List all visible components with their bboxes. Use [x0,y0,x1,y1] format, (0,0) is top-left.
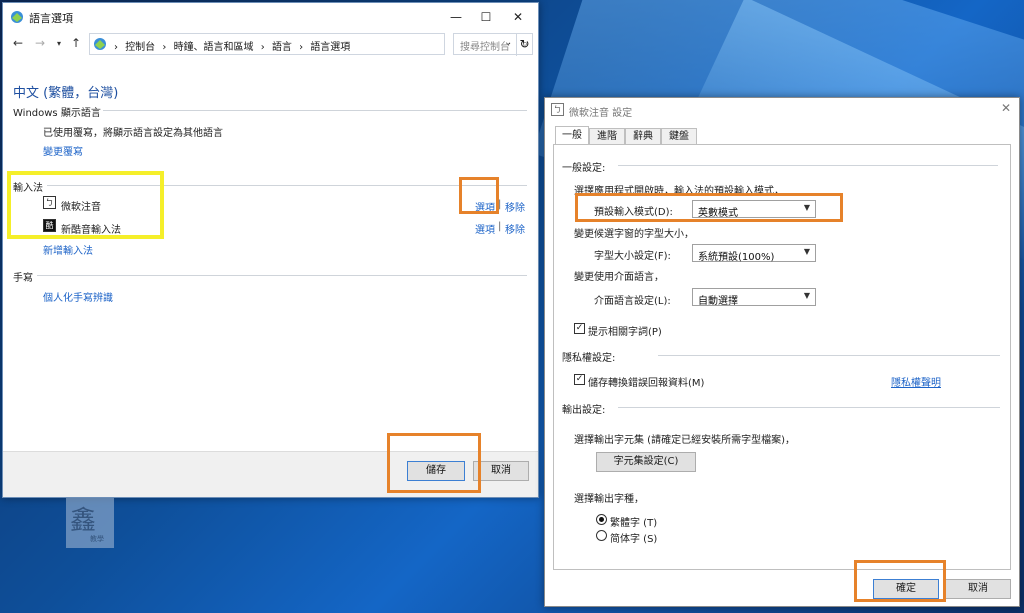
breadcrumb: › 控制台 › 時鐘、語言和區域 › 語言 › 語言選項 [114,38,354,53]
char-type-description: 選擇輸出字種， [574,494,644,505]
handwriting-heading: 手寫 [13,273,33,284]
link-separator: | [498,221,502,232]
divider [37,275,527,276]
address-bar-row: ← → ▾ ↑ › 控制台 › 時鐘、語言和區域 › 語言 › 語言選項 ⌄ ↻… [3,33,538,56]
title-bar: 語言選項 — ☐ ✕ [3,3,538,31]
maximize-button[interactable]: ☐ [471,7,501,27]
language-heading: 中文 (繁體，台灣) [13,86,119,101]
chevron-down-icon: ▼ [803,247,810,256]
simplified-label: 简体字 (S) [610,534,658,545]
divider [618,165,998,166]
charset-settings-button[interactable]: 字元集設定(C) [596,452,696,472]
breadcrumb-separator-icon: › [260,42,265,53]
up-arrow-icon[interactable]: ↑ [71,36,81,50]
breadcrumb-separator-icon: › [114,42,118,53]
ime-remove-link[interactable]: 移除 [505,199,525,214]
minimize-button[interactable]: — [441,7,471,27]
add-input-method-link[interactable]: 新增輸入法 [43,242,93,257]
window-title: 語言選項 [29,12,73,25]
language-options-window: 語言選項 — ☐ ✕ ← → ▾ ↑ › 控制台 › 時鐘、語言和區域 › 語言… [2,2,539,498]
privacy-settings-heading: 隱私權設定: [562,353,616,364]
chevron-down-icon: ▼ [803,291,810,300]
breadcrumb-item[interactable]: 時鐘、語言和區域 [174,42,254,53]
windows-display-heading: Windows 顯示語言 [13,108,101,119]
privacy-statement-link[interactable]: 隱私權聲明 [891,374,941,389]
override-status-text: 已使用覆寫，將顯示語言設定為其他語言 [43,128,223,139]
save-error-report-label: 儲存轉換錯誤回報資料(M) [588,378,705,389]
font-size-description: 變更候選字窗的字型大小， [574,229,694,240]
highlight-box-orange [575,193,843,222]
divider [103,110,527,111]
tab-general[interactable]: 一般 [555,126,589,144]
ui-language-label: 介面語言設定(L): [594,296,671,307]
highlight-box-orange [854,560,946,602]
close-button[interactable]: ✕ [503,7,533,27]
font-size-label: 字型大小設定(F): [594,251,671,262]
divider [658,355,1000,356]
change-override-link[interactable]: 變更覆寫 [43,143,83,158]
font-size-select[interactable]: 系統預設(100%) ▼ [692,244,816,263]
ime-settings-window: ㄅ 微軟注音 設定 ✕ 一般 進階 辭典 鍵盤 一般設定: 選擇應用程式開啟時，… [544,97,1020,607]
search-placeholder: 搜尋控制台 [460,42,510,53]
watermark-glyph: 鑫 [70,506,97,536]
highlight-box-yellow [7,171,164,239]
recent-locations-icon[interactable]: ▾ [57,39,61,48]
back-arrow-icon[interactable]: ← [13,36,23,50]
breadcrumb-item[interactable]: 語言 [272,42,292,53]
ime-options-link[interactable]: 選項 [475,221,495,236]
tab-advanced[interactable]: 進階 [589,128,625,144]
highlight-box-orange [387,433,481,493]
tab-keyboard[interactable]: 鍵盤 [661,128,697,144]
general-settings-heading: 一般設定: [562,163,606,174]
traditional-radio[interactable] [596,514,607,525]
hint-words-checkbox[interactable]: ✓ [574,323,585,334]
cancel-button[interactable]: 取消 [945,579,1011,599]
search-icon: ⌕ [521,37,528,50]
simplified-radio[interactable] [596,530,607,541]
ime-remove-link[interactable]: 移除 [505,221,525,236]
general-tab-panel: 一般設定: 選擇應用程式開啟時，輸入法的預設輸入模式， 預設輸入模式(D): 英… [553,144,1011,570]
breadcrumb-item[interactable]: 控制台 [125,42,155,53]
breadcrumb-item[interactable]: 語言選項 [310,42,350,53]
traditional-label: 繁體字 (T) [610,518,658,529]
watermark-caption: 教學 [90,535,104,543]
forward-arrow-icon[interactable]: → [35,36,45,50]
address-box[interactable]: › 控制台 › 時鐘、語言和區域 › 語言 › 語言選項 ⌄ ↻ [89,33,530,56]
ui-language-value: 自動選擇 [698,296,738,307]
watermark-logo: 鑫 教學 [66,498,114,548]
control-panel-icon [11,11,23,23]
close-icon[interactable]: ✕ [1001,101,1011,115]
search-input[interactable]: 搜尋控制台 ⌕ [453,33,533,55]
divider [618,407,1000,408]
save-error-report-checkbox[interactable]: ✓ [574,374,585,385]
output-settings-heading: 輸出設定: [562,405,606,416]
tab-dictionary[interactable]: 辭典 [625,128,661,144]
bopomofo-icon: ㄅ [551,103,564,116]
breadcrumb-separator-icon: › [299,42,304,53]
window-title: 微軟注音 設定 [569,108,633,119]
ui-language-description: 變更使用介面語言， [574,272,664,283]
breadcrumb-separator-icon: › [162,42,167,53]
control-panel-icon [94,38,106,50]
highlight-box-orange [459,177,499,214]
hint-words-label: 提示相關字詞(P) [588,327,662,338]
personalize-handwriting-link[interactable]: 個人化手寫辨識 [43,289,113,304]
cancel-button[interactable]: 取消 [473,461,529,481]
font-size-value: 系統預設(100%) [698,252,775,263]
ui-language-select[interactable]: 自動選擇 ▼ [692,288,816,307]
charset-description: 選擇輸出字元集 (請確定已經安裝所需字型檔案)， [574,435,795,446]
